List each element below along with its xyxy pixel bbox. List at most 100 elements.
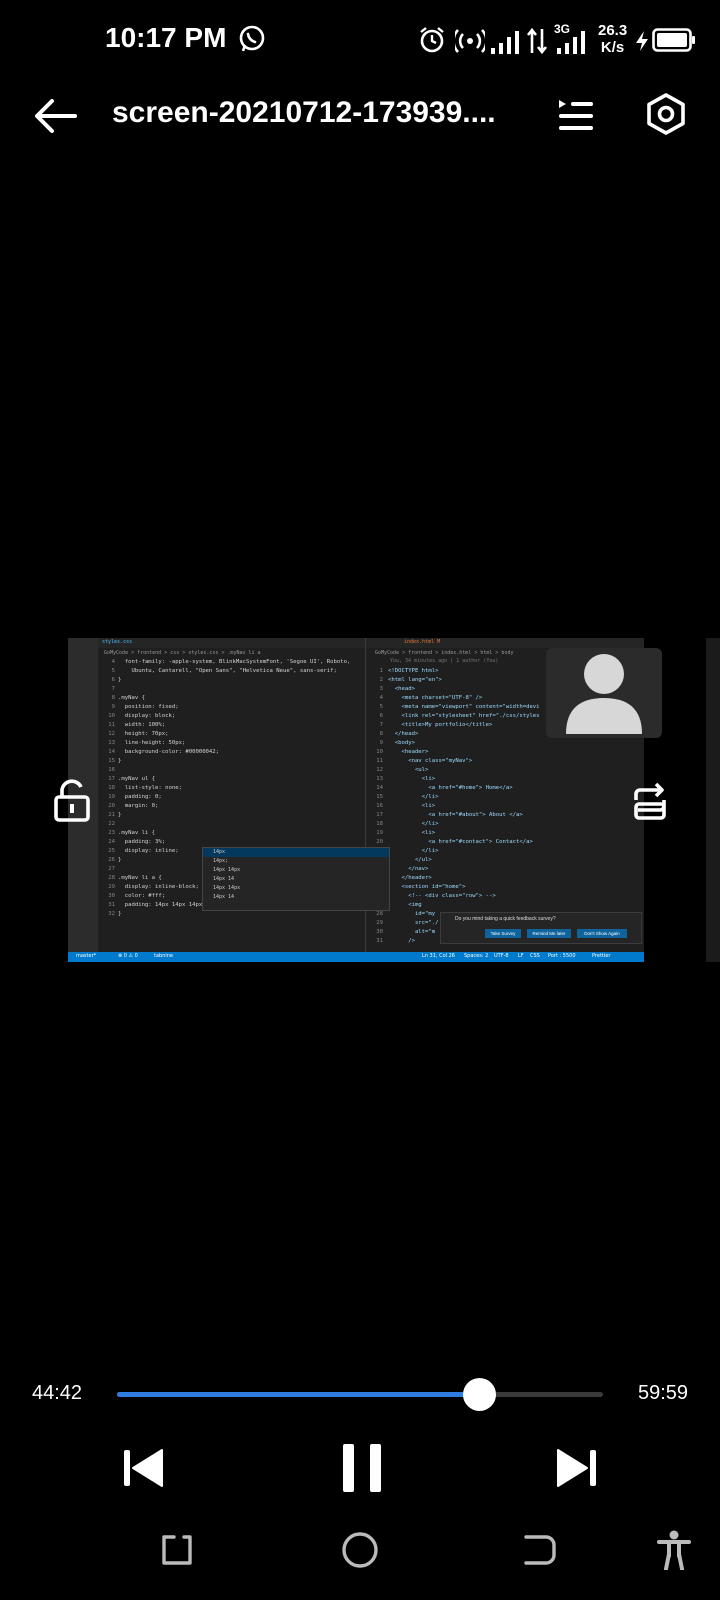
line-number: 11 [376,758,383,764]
rotate-icon[interactable] [630,778,670,822]
data-arrows-icon [526,27,548,55]
back-icon[interactable] [522,1533,556,1567]
line-number: 29 [108,884,115,890]
line-number: 16 [108,767,115,773]
code-line: .myNav { [118,695,145,701]
playlist-icon[interactable] [557,95,595,135]
line-number: 14 [108,749,115,755]
lock-icon[interactable] [52,778,92,822]
next-icon[interactable] [556,1446,598,1490]
editor-tab-bar: styles.css index.html M [98,638,644,648]
autocomplete-popup[interactable]: 14px 14px; 14px 14px 14px 14 14px 14px 14px 1… [202,847,390,911]
status-language: CSS [530,953,540,959]
line-number: 6 [379,713,383,719]
autocomplete-item[interactable]: 14px; [203,857,389,866]
line-number: 26 [108,857,115,863]
survey-notification: Do you mind taking a quick feedback surv… [440,912,642,944]
line-number: 25 [108,848,115,854]
status-tabnine: tabnine [154,953,174,959]
signal-3g-icon [557,31,585,54]
code-line: <a href="#contact"> Contact</a> [388,839,533,845]
autocomplete-item[interactable]: 14px 14 [203,893,389,902]
line-number: 23 [108,830,115,836]
line-number: 18 [108,785,115,791]
settings-icon[interactable] [644,92,688,136]
status-spaces: Spaces: 2 [464,953,489,959]
left-breadcrumb: GoMyCode > frontend > css > styles.css >… [104,650,261,656]
take-survey-button[interactable]: Take Survey [485,929,521,938]
autocomplete-item[interactable]: 14px 14px [203,866,389,875]
seek-thumb[interactable] [463,1378,497,1411]
net-speed-value: 26.3 [598,22,628,39]
back-arrow-icon[interactable] [32,93,78,139]
code-line: } [118,758,122,764]
line-number: 8 [111,695,115,701]
line-number: 4 [111,659,115,665]
line-number: 15 [108,758,115,764]
autocomplete-item[interactable]: 14px [203,848,389,857]
code-line: <!-- <div class="row"> --> [388,893,496,899]
whatsapp-icon [239,25,265,52]
line-number: 5 [379,704,383,710]
alarm-icon [420,27,444,53]
code-line: background-color: #00000042; [118,749,220,755]
line-number: 3 [379,686,383,692]
code-line: <img [388,902,422,908]
code-line: font-family: -apple-system, BlinkMacSyst… [118,659,351,665]
line-number: 7 [379,722,383,728]
code-line: height: 70px; [118,731,169,737]
code-line: } [118,812,122,818]
avatar [546,648,662,738]
previous-icon[interactable] [122,1446,164,1490]
dont-show-again-button[interactable]: Don't Show Again [577,929,627,938]
code-line: </header> [388,875,432,881]
code-line: list-style: none; [118,785,182,791]
editor-status-bar: master* ⊗ 0 ⚠ 0 tabnine Ln 31, Col 26 Sp… [68,952,644,962]
autocomplete-item[interactable]: 14px 14px [203,884,389,893]
code-line: <header> [388,749,429,755]
code-line: padding: 3%; [118,839,166,845]
video-title: screen-20210712-173939.... [112,96,496,129]
code-line: <ul> [388,767,429,773]
autocomplete-item[interactable]: 14px 14 [203,875,389,884]
code-line: padding: 0; [118,794,162,800]
line-number: 29 [376,920,383,926]
net-speed: 26.3 K/s [598,22,627,56]
home-icon[interactable] [341,1531,379,1569]
line-number: 17 [376,812,383,818]
line-number: 11 [108,722,115,728]
remind-later-button[interactable]: Remind Me later [527,929,571,938]
code-line: line-height: 50px; [118,740,186,746]
status-encoding: UTF-8 [494,953,509,959]
left-line-numbers: 4 5 6 7 8 9 10 11 12 13 14 15 16 17 18 19 20 21 22 23 24 25 26… [99,658,115,919]
line-number: 17 [108,776,115,782]
line-number: 31 [108,902,115,908]
side-nav-strip [706,638,720,962]
code-line: Ubuntu, Cantarell, "Open Sans", "Helveti… [118,668,337,674]
line-number: 1 [379,668,383,674]
status-eol: LF [518,953,524,959]
line-number: 20 [108,803,115,809]
recent-apps-icon[interactable] [160,1533,194,1567]
editor-tab-css: styles.css [102,639,133,645]
code-line: width: 100%; [118,722,166,728]
code-line: <a href="#home"> Home</a> [388,785,513,791]
line-number: 28 [376,911,383,917]
charging-icon [636,31,648,51]
code-line: <li> [388,776,436,782]
person-icon [566,654,642,734]
current-time: 44:42 [32,1382,83,1404]
code-line: <li> [388,830,436,836]
signal-icon [491,31,519,54]
line-number: 14 [376,785,383,791]
status-port: Port : 5500 [548,953,576,959]
status-bar: 10:17 PM 3G 26.3 K/s [0,0,720,80]
line-number: 12 [376,767,383,773]
accessibility-icon[interactable] [656,1530,692,1570]
line-number: 22 [108,821,115,827]
line-number: 10 [108,713,115,719]
pause-icon[interactable] [340,1440,384,1496]
line-number: 9 [111,704,115,710]
